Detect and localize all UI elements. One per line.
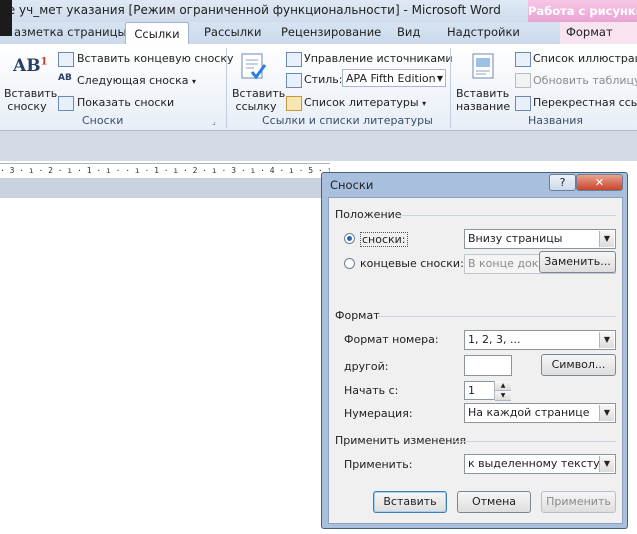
spin-down-icon[interactable]: ▼ — [495, 391, 511, 401]
next-footnote-icon: AB — [58, 73, 72, 83]
apply-changes-section-label: Применить изменения — [335, 434, 467, 447]
cross-reference-button[interactable]: Перекрестная ссылка — [533, 96, 637, 109]
show-notes-icon — [58, 96, 74, 111]
chevron-down-icon: ▼ — [599, 332, 614, 348]
symbol-button[interactable]: Символ... — [541, 354, 616, 376]
section-divider — [452, 441, 616, 442]
insert-citation-icon — [240, 52, 267, 80]
manage-sources-button[interactable]: Управление источниками — [304, 52, 453, 65]
numbering-label: Нумерация: — [344, 407, 413, 420]
apply-button[interactable]: Применить — [541, 491, 616, 513]
table-of-figures-icon — [515, 52, 531, 67]
chevron-down-icon: ▼ — [599, 456, 614, 472]
style-icon — [286, 73, 302, 88]
endnotes-radio-label[interactable]: концевые сноски: — [360, 257, 464, 270]
apply-to-value: к выделенному тексту — [468, 457, 600, 470]
update-table-button[interactable]: Обновить таблицу — [533, 74, 637, 87]
spin-up-icon[interactable]: ▲ — [495, 381, 511, 391]
document-page[interactable] — [0, 198, 330, 534]
insert-footnote-icon: AB1 — [13, 56, 48, 76]
style-label: Стиль: — [304, 73, 343, 86]
footnotes-radio-label[interactable]: сноски: — [360, 232, 408, 247]
number-format-value: 1, 2, 3, ... — [468, 333, 521, 346]
tab-references[interactable]: Ссылки — [125, 22, 189, 46]
apply-to-dropdown[interactable]: к выделенному тексту ▼ — [464, 454, 616, 474]
bibliography-button[interactable]: Список литературы ▾ — [304, 96, 426, 109]
tab-review[interactable]: Рецензирование — [281, 25, 381, 39]
number-format-dropdown[interactable]: 1, 2, 3, ... ▼ — [464, 330, 616, 350]
insert-caption-icon — [470, 52, 496, 80]
insert-endnote-icon — [58, 52, 74, 67]
bibliography-label: Список литературы — [304, 96, 419, 109]
close-button[interactable]: ✕ — [576, 174, 623, 191]
custom-mark-label: другой: — [344, 360, 389, 373]
cancel-button[interactable]: Отмена — [457, 491, 531, 513]
tab-view[interactable]: Вид — [397, 25, 420, 39]
ribbon-separator — [226, 48, 227, 128]
document-right-edge — [627, 163, 637, 534]
insert-citation-button[interactable]: Вставить ссылку — [232, 87, 285, 113]
start-at-value: 1 — [468, 384, 475, 397]
document-background — [0, 178, 330, 198]
format-section-label: Формат — [335, 309, 380, 322]
position-section-label: Положение — [335, 208, 402, 221]
tab-mailings[interactable]: Рассылки — [204, 25, 261, 39]
insert-footnote-button[interactable]: Вставить сноску — [4, 87, 57, 113]
chevron-down-icon: ▼ — [436, 74, 443, 83]
number-format-label: Формат номера: — [344, 333, 439, 346]
show-notes-button[interactable]: Показать сноски — [77, 96, 174, 109]
ruler-background — [0, 131, 637, 161]
ribbon-separator — [450, 48, 451, 128]
insert-endnote-button[interactable]: Вставить концевую сноску — [77, 52, 234, 65]
app-icon — [0, 0, 12, 36]
table-of-figures-button[interactable]: Список иллюстраций — [533, 52, 637, 65]
horizontal-ruler[interactable]: · 3 · ı · 2 · ı · 1 · ı · · ı · 1 · ı · … — [0, 163, 330, 179]
next-footnote-button[interactable]: Следующая сноска ▾ — [77, 74, 196, 87]
start-at-label: Начать с: — [344, 384, 399, 397]
chevron-down-icon: ▼ — [599, 405, 614, 421]
insert-caption-button[interactable]: Вставить название — [456, 87, 510, 113]
update-table-icon — [515, 73, 531, 88]
tab-format[interactable]: Формат — [566, 25, 613, 39]
footnotes-radio[interactable] — [344, 233, 355, 244]
endnotes-radio[interactable] — [344, 258, 355, 269]
manage-sources-icon — [286, 52, 302, 67]
captions-group-label: Названия — [528, 114, 584, 127]
picture-tools-header: Работа с рисунками — [528, 0, 637, 22]
section-divider — [396, 215, 616, 216]
tab-page-layout[interactable]: азметка страницы — [14, 25, 127, 39]
insert-button[interactable]: Вставить — [373, 491, 447, 513]
chevron-down-icon: ▾ — [422, 99, 427, 108]
numbering-dropdown[interactable]: На каждой странице ▼ — [464, 403, 616, 423]
convert-button[interactable]: Заменить... — [539, 251, 616, 273]
citation-style-dropdown[interactable]: APA Fifth Edition ▼ — [342, 69, 446, 87]
chevron-down-icon: ▾ — [191, 77, 196, 86]
section-divider — [377, 316, 616, 317]
cross-reference-icon — [515, 96, 531, 111]
apply-to-label: Применить: — [344, 458, 413, 471]
citation-style-value: APA Fifth Edition — [346, 72, 436, 85]
chevron-down-icon: ▼ — [599, 231, 614, 247]
bibliography-icon — [286, 96, 302, 111]
start-at-spinner[interactable]: ▲ ▼ — [494, 381, 511, 401]
footnotes-location-value: Внизу страницы — [468, 232, 563, 245]
citations-group-label: Ссылки и списки литературы — [262, 114, 433, 127]
footnotes-location-dropdown[interactable]: Внизу страницы ▼ — [464, 229, 616, 249]
custom-mark-input[interactable] — [464, 355, 512, 376]
numbering-value: На каждой странице — [468, 406, 590, 419]
next-footnote-label: Следующая сноска — [77, 74, 189, 87]
footnotes-group-label: Сноски — [82, 114, 124, 127]
help-button[interactable]: ? — [549, 174, 576, 191]
dialog-launcher-icon[interactable]: ⌟ — [212, 117, 216, 126]
tab-addins[interactable]: Надстройки — [447, 25, 520, 39]
window-title: ие уч_мет указания [Режим ограниченной ф… — [0, 3, 501, 17]
dialog-title: Сноски — [330, 178, 374, 192]
